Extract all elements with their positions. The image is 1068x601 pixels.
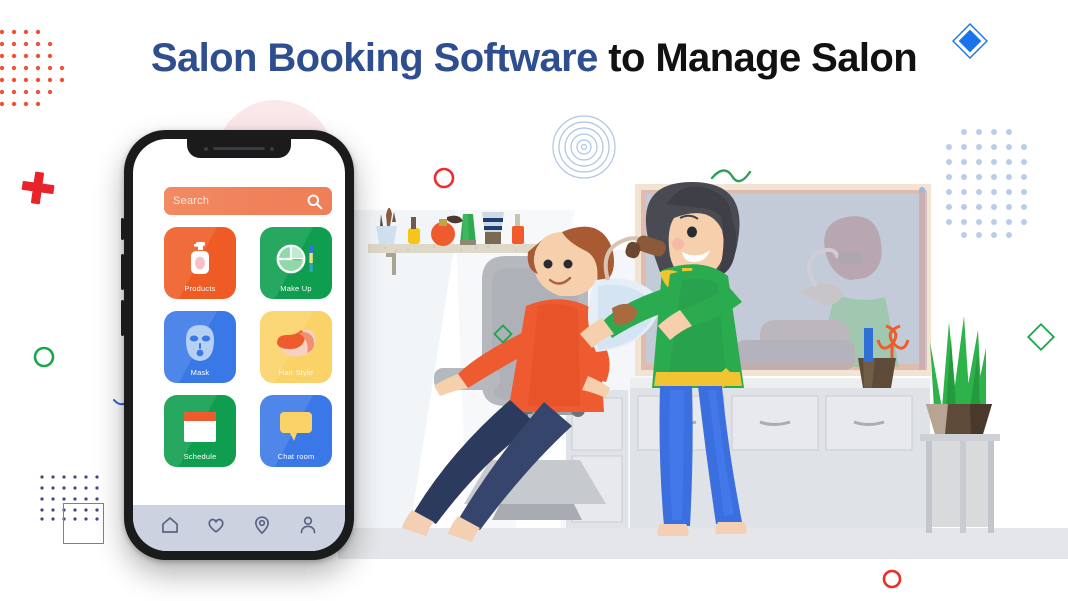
- search-placeholder: Search: [173, 195, 210, 207]
- light-blue-dot-grid: [946, 129, 1027, 238]
- camera-icon: [204, 146, 208, 151]
- page-title: Salon Booking Software to Manage Salon: [0, 36, 1068, 81]
- side-table: [920, 434, 1000, 533]
- tile-mask[interactable]: Mask: [164, 311, 236, 383]
- green-squiggle: [710, 169, 752, 183]
- poster-canvas: Salon Booking Software to Manage Salon S…: [0, 0, 1068, 601]
- page-title-accent: Salon Booking Software: [148, 36, 602, 81]
- phone-power-button: [121, 300, 124, 336]
- bottom-navigation-bar: [133, 505, 345, 551]
- red-plus-mark: [21, 171, 55, 205]
- green-diamond-outline: [493, 324, 513, 344]
- sensor-icon: [270, 146, 274, 151]
- green-diamond-outline-right: [1026, 322, 1056, 352]
- tile-chatroom[interactable]: Chat room: [260, 395, 332, 467]
- tile-schedule[interactable]: Schedule: [164, 395, 236, 467]
- tile-label-mask: Mask: [190, 368, 210, 377]
- tile-label-chatroom: Chat room: [277, 452, 315, 461]
- tile-label-schedule: Schedule: [183, 452, 217, 461]
- cabinet: [566, 378, 930, 528]
- home-icon[interactable]: [160, 515, 180, 535]
- search-icon[interactable]: [306, 193, 323, 210]
- phone-notch: [187, 139, 291, 158]
- red-square-outline: [63, 503, 104, 544]
- tile-makeup[interactable]: Make Up: [260, 227, 332, 299]
- tile-hairstyle[interactable]: Hair Style: [260, 311, 332, 383]
- potted-plant: [926, 316, 992, 434]
- heart-icon[interactable]: [206, 515, 226, 535]
- search-input[interactable]: Search: [164, 187, 332, 215]
- tile-products[interactable]: Products: [164, 227, 236, 299]
- tile-label-products: Products: [184, 284, 216, 293]
- blue-diamond: [952, 23, 988, 59]
- green-circle-outline: [33, 346, 55, 368]
- speaker-grille: [213, 147, 265, 150]
- phone-volume-down-button: [121, 254, 124, 290]
- concentric-rings: [552, 115, 616, 179]
- orange-dot-grid: [0, 29, 65, 107]
- phone-screen: Search Products Make Up Mask Hair Style …: [133, 139, 345, 551]
- app-tile-grid: Products Make Up Mask Hair Style Schedul…: [164, 227, 332, 467]
- red-circle-outline-bottom: [882, 569, 902, 589]
- tile-label-makeup: Make Up: [280, 284, 312, 293]
- person-icon[interactable]: [298, 515, 318, 535]
- red-circle-outline: [433, 167, 455, 189]
- phone-mockup: Search Products Make Up Mask Hair Style …: [121, 130, 354, 560]
- phone-volume-button: [121, 218, 124, 240]
- location-icon[interactable]: [252, 515, 272, 535]
- tile-label-hairstyle: Hair Style: [278, 368, 314, 377]
- page-title-plain: to Manage Salon: [597, 36, 918, 80]
